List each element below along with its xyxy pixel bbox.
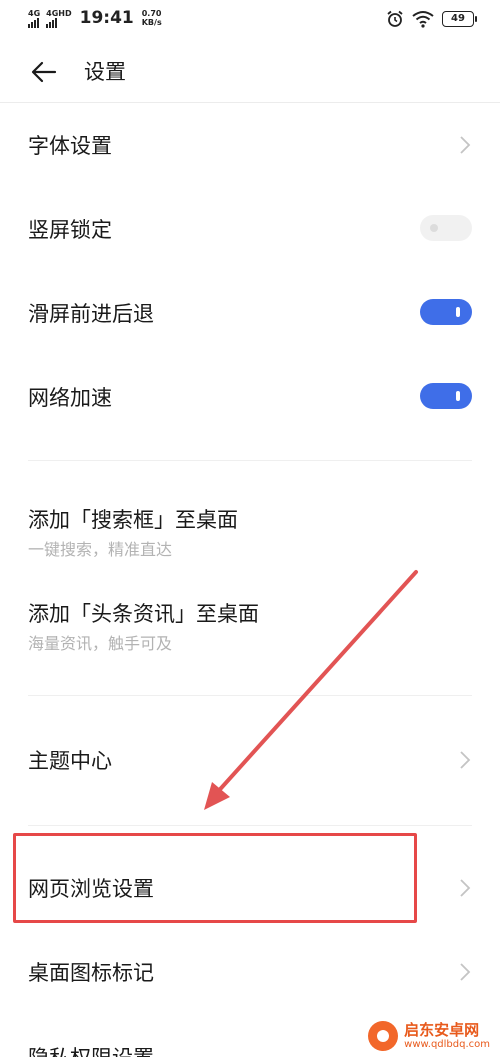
- font-settings-row[interactable]: 字体设置: [0, 103, 500, 187]
- divider: [28, 695, 472, 696]
- watermark-logo-icon: [368, 1021, 399, 1051]
- row-label: 桌面图标标记: [28, 961, 154, 985]
- row-label: 隐私权限设置: [28, 1042, 154, 1057]
- chevron-right-icon: [460, 751, 471, 769]
- watermark-sub: www.qdlbdq.com: [404, 1039, 490, 1050]
- swipe-navigation-row: 滑屏前进后退: [0, 271, 500, 355]
- back-button[interactable]: [28, 58, 60, 86]
- row-label: 添加「搜索框」至桌面: [28, 508, 238, 532]
- speed-value: 0.70: [141, 9, 162, 18]
- row-subtitle: 一键搜索，精准直达: [28, 540, 173, 559]
- divider: [28, 460, 472, 461]
- add-search-box-row[interactable]: 添加「搜索框」至桌面 一键搜索，精准直达: [0, 490, 500, 568]
- add-news-row[interactable]: 添加「头条资讯」至桌面 海量资讯，触手可及: [0, 584, 500, 662]
- swipe-navigation-toggle[interactable]: [420, 299, 472, 325]
- chevron-right-icon: [460, 136, 471, 154]
- row-label: 滑屏前进后退: [28, 302, 154, 326]
- row-label: 竖屏锁定: [28, 218, 112, 242]
- clock: 19:41: [79, 8, 134, 28]
- watermark-main: 启东安卓网: [404, 1021, 480, 1039]
- divider: [28, 825, 472, 826]
- row-label: 网络加速: [28, 386, 112, 410]
- battery-icon: 49: [442, 11, 477, 27]
- app-header: 设置: [0, 42, 500, 103]
- alarm-icon: [387, 10, 403, 27]
- toggle-knob: [430, 224, 438, 232]
- portrait-lock-row: 竖屏锁定: [0, 187, 500, 271]
- watermark: 启东安卓网 www.qdlbdq.com: [362, 1019, 496, 1053]
- network-acceleration-row: 网络加速: [0, 355, 500, 439]
- speed-unit: KB/s: [141, 18, 162, 27]
- signal-bars-icon: [46, 17, 58, 28]
- sim2-signal: 4GHD: [46, 8, 72, 28]
- network-speed: 0.70 KB/s: [142, 9, 162, 27]
- chevron-right-icon: [460, 963, 471, 981]
- page-title: 设置: [84, 60, 126, 84]
- row-label: 添加「头条资讯」至桌面: [28, 602, 259, 626]
- portrait-lock-toggle[interactable]: [420, 215, 472, 241]
- status-bar: 4G 4GHD 19:41 0.70 KB/s 49: [0, 0, 500, 40]
- toggle-knob: [456, 307, 460, 317]
- row-label: 主题中心: [28, 749, 112, 773]
- signal-bars-icon: [28, 17, 39, 28]
- highlight-annotation-box: [13, 833, 417, 923]
- desktop-icon-badge-row[interactable]: 桌面图标标记: [0, 930, 500, 1014]
- theme-center-row[interactable]: 主题中心: [0, 718, 500, 802]
- sim1-signal: 4G: [28, 9, 40, 28]
- network-acceleration-toggle[interactable]: [420, 383, 472, 409]
- toggle-knob: [456, 391, 460, 401]
- sim2-label: 4GHD: [46, 8, 72, 18]
- wifi-icon: [412, 11, 434, 28]
- row-label: 字体设置: [28, 134, 112, 158]
- row-subtitle: 海量资讯，触手可及: [28, 634, 173, 653]
- back-arrow-icon: [31, 61, 57, 83]
- chevron-right-icon: [460, 879, 471, 897]
- sim1-label: 4G: [28, 8, 41, 18]
